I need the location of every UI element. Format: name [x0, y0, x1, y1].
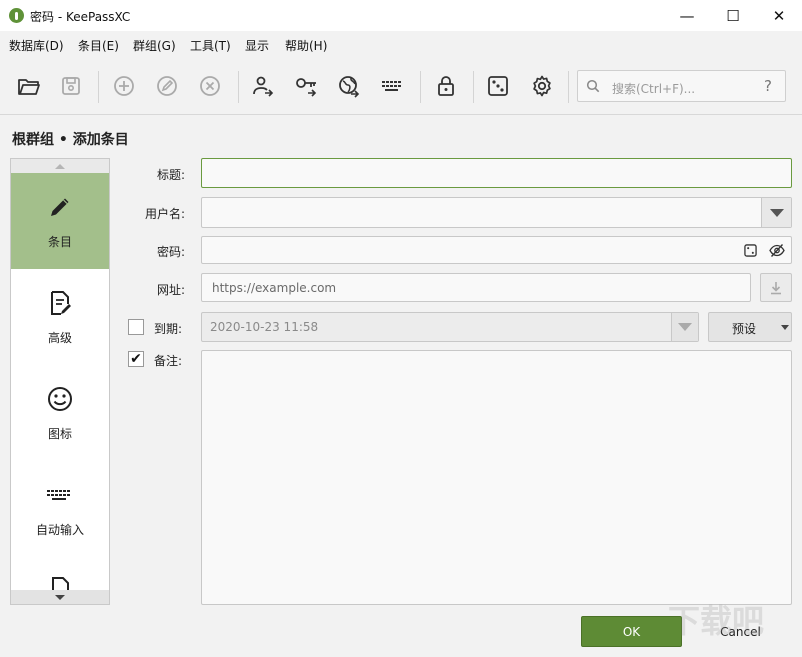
notes-textarea[interactable] — [201, 350, 792, 605]
category-scroll-down[interactable] — [11, 590, 109, 604]
watermark: 下载吧 — [668, 602, 765, 640]
preset-button[interactable]: 预设 — [708, 312, 792, 342]
search-icon — [586, 79, 600, 93]
search-help-icon[interactable]: ? — [764, 77, 772, 95]
username-label: 用户名: — [144, 207, 185, 221]
category-more[interactable] — [11, 557, 109, 590]
category-label: 自动输入 — [35, 523, 84, 537]
page-title: 根群组 • 添加条目 — [12, 132, 129, 148]
toolbar-separator — [473, 71, 474, 103]
expiry-value: 2020-10-23 11:58 — [210, 320, 319, 334]
document-edit-icon — [51, 291, 71, 315]
notes-label: 备注: — [154, 354, 183, 368]
delete-entry-button[interactable] — [195, 71, 225, 101]
globe-arrow-icon — [339, 76, 360, 98]
category-scroll-up[interactable] — [11, 159, 109, 173]
close-button[interactable]: ✕ — [756, 0, 802, 31]
category-autotype[interactable]: 自动输入 — [11, 461, 109, 557]
key-icon — [296, 78, 317, 97]
smiley-icon — [48, 387, 72, 411]
dice-icon — [488, 76, 508, 96]
keyboard-icon — [382, 81, 401, 91]
menu-view[interactable]: 显示 — [245, 37, 269, 54]
keepassxc-logo-icon — [9, 8, 24, 23]
user-arrow-icon — [253, 76, 274, 97]
category-label: 条目 — [47, 235, 72, 249]
category-icon[interactable]: 图标 — [11, 365, 109, 461]
folder-open-icon — [18, 79, 40, 95]
eye-slash-icon[interactable] — [769, 243, 785, 258]
url-placeholder: https://example.com — [212, 281, 337, 295]
keyboard-icon — [47, 490, 70, 500]
save-database-button[interactable] — [56, 71, 86, 101]
chevron-down-icon — [769, 208, 784, 217]
menu-database[interactable]: 数据库(D) — [9, 37, 64, 54]
category-entry[interactable]: 条目 — [11, 173, 109, 269]
add-entry-button[interactable] — [109, 71, 139, 101]
password-label: 密码: — [156, 245, 185, 259]
auto-type-button[interactable] — [377, 71, 407, 101]
url-input[interactable]: https://example.com — [201, 273, 751, 302]
open-database-button[interactable] — [14, 71, 44, 101]
edit-entry-button[interactable] — [152, 71, 182, 101]
expiry-dropdown-button[interactable] — [671, 313, 698, 341]
download-favicon-button[interactable] — [760, 273, 792, 302]
chevron-down-icon — [781, 325, 789, 330]
dice-icon[interactable] — [744, 244, 757, 257]
copy-url-button[interactable] — [334, 71, 364, 101]
edit-circle-icon — [157, 76, 177, 96]
window-title: 密码 - KeePassXC — [30, 10, 131, 24]
chevron-down-icon — [55, 594, 65, 600]
title-label: 标题: — [156, 168, 185, 182]
menu-bar — [0, 31, 802, 59]
chevron-up-icon — [55, 163, 65, 169]
url-label: 网址: — [156, 283, 185, 297]
plus-circle-icon — [114, 76, 134, 96]
menu-help[interactable]: 帮助(H) — [285, 37, 327, 54]
category-advanced[interactable]: 高级 — [11, 269, 109, 365]
toolbar-separator — [238, 71, 239, 103]
password-generator-button[interactable] — [483, 71, 513, 101]
menu-groups[interactable]: 群组(G) — [133, 37, 176, 54]
search-input[interactable]: 搜索(Ctrl+F)... — [612, 80, 695, 97]
username-combobox[interactable] — [201, 197, 792, 228]
expiry-datetime-input[interactable]: 2020-10-23 11:58 — [201, 312, 699, 342]
toolbar-separator — [98, 71, 99, 103]
expiry-label: 到期: — [154, 322, 183, 336]
ok-button[interactable]: OK — [581, 616, 682, 647]
menu-entries[interactable]: 条目(E) — [78, 37, 119, 54]
preset-label: 预设 — [732, 322, 757, 336]
delete-circle-icon — [200, 76, 220, 96]
download-icon — [771, 281, 781, 294]
password-input[interactable] — [201, 236, 792, 264]
notes-checkbox[interactable]: ✔ — [128, 351, 144, 367]
category-label: 图标 — [47, 427, 72, 441]
save-icon — [62, 77, 80, 95]
copy-username-button[interactable] — [248, 71, 278, 101]
maximize-button[interactable]: ☐ — [710, 0, 756, 31]
expiry-checkbox[interactable] — [128, 319, 144, 335]
lock-icon — [438, 76, 454, 96]
settings-button[interactable] — [527, 71, 557, 101]
title-input[interactable] — [201, 158, 792, 188]
menu-tools[interactable]: 工具(T) — [190, 37, 231, 54]
username-dropdown-button[interactable] — [761, 198, 791, 227]
document-icon — [52, 577, 69, 590]
chevron-down-icon — [678, 323, 692, 331]
minimize-button[interactable]: — — [664, 0, 710, 31]
toolbar-separator — [568, 71, 569, 103]
toolbar-separator — [420, 71, 421, 103]
category-label: 高级 — [47, 331, 72, 345]
pencil-icon — [51, 198, 69, 216]
lock-database-button[interactable] — [431, 71, 461, 101]
copy-password-button[interactable] — [291, 71, 321, 101]
gear-icon — [533, 75, 551, 97]
